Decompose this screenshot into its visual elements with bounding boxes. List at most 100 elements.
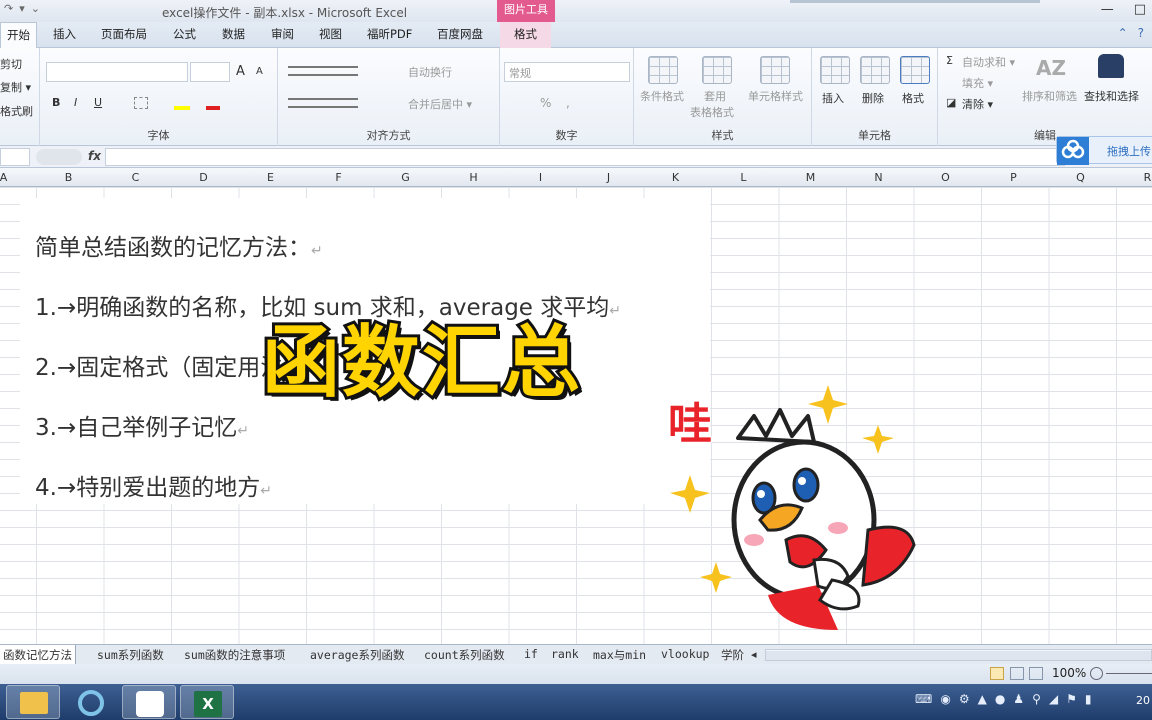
qq-icon[interactable]: ♟ bbox=[1013, 692, 1024, 706]
percent-button[interactable]: % bbox=[540, 96, 551, 110]
column-header[interactable]: G bbox=[372, 171, 439, 184]
expand-tray-icon[interactable]: ▲ bbox=[978, 692, 987, 706]
tab-view[interactable]: 视图 bbox=[319, 26, 342, 42]
binoculars-icon[interactable] bbox=[1098, 54, 1124, 78]
autosum-button[interactable]: 自动求和 ▾ bbox=[962, 54, 1015, 70]
sheet-tab-count-series[interactable]: count系列函数 bbox=[424, 647, 505, 663]
insert-cells-icon[interactable] bbox=[820, 56, 850, 84]
tab-foxit-pdf[interactable]: 福昕PDF bbox=[367, 26, 412, 42]
taskbar-file-explorer[interactable] bbox=[6, 685, 60, 719]
format-painter-button[interactable]: 格式刷 bbox=[0, 103, 33, 119]
sheet-tab-memory-methods[interactable]: 函数记忆方法 bbox=[0, 645, 76, 664]
tab-home[interactable]: 开始 bbox=[0, 22, 37, 49]
taskbar-excel[interactable]: X bbox=[180, 685, 234, 719]
settings-tray-icon[interactable]: ⚙ bbox=[959, 692, 970, 706]
insert-function-icon[interactable]: fx bbox=[88, 149, 101, 163]
sheet-tab-rank[interactable]: rank bbox=[551, 647, 579, 661]
column-header[interactable]: Q bbox=[1047, 171, 1114, 184]
column-header[interactable]: A bbox=[0, 171, 37, 184]
formula-cancel-enter[interactable] bbox=[36, 149, 82, 165]
tab-format[interactable]: 格式 bbox=[500, 22, 551, 48]
font-size-select[interactable] bbox=[190, 62, 230, 82]
scrollbar-thumb[interactable] bbox=[766, 651, 1151, 660]
keyboard-icon[interactable]: ⌨ bbox=[915, 692, 932, 706]
name-box[interactable] bbox=[0, 148, 30, 166]
shrink-font-button[interactable]: A bbox=[256, 66, 263, 77]
sort-filter-icon[interactable]: AZ bbox=[1036, 56, 1066, 82]
wechat-icon[interactable]: ● bbox=[995, 692, 1005, 706]
column-header[interactable]: D bbox=[170, 171, 237, 184]
wrap-text-button[interactable]: 自动换行 bbox=[408, 64, 452, 80]
cell-style-icon[interactable] bbox=[760, 56, 790, 84]
baidu-upload-badge[interactable]: 拖拽上传 bbox=[1056, 136, 1152, 165]
taskbar-clock[interactable]: 20 bbox=[1136, 694, 1150, 707]
column-header[interactable]: J bbox=[575, 171, 642, 184]
clear-button[interactable]: 清除 ▾ bbox=[962, 96, 993, 112]
page-break-view-icon[interactable] bbox=[1029, 667, 1043, 680]
horizontal-scrollbar[interactable] bbox=[765, 649, 1152, 661]
column-header[interactable]: O bbox=[912, 171, 979, 184]
vertical-align-icons[interactable] bbox=[288, 66, 358, 76]
dropdown-icon[interactable]: ▾ bbox=[19, 2, 25, 15]
table-format-icon[interactable] bbox=[702, 56, 732, 84]
fill-color-icon[interactable] bbox=[174, 94, 190, 110]
page-layout-view-icon[interactable] bbox=[1010, 667, 1024, 680]
formula-input[interactable] bbox=[105, 148, 1065, 166]
maximize-button[interactable]: □ bbox=[1134, 2, 1146, 17]
horizontal-align-icons[interactable] bbox=[288, 98, 358, 108]
sheet-tab-average-series[interactable]: average系列函数 bbox=[310, 647, 404, 663]
bold-button[interactable]: B bbox=[52, 96, 60, 109]
copy-button[interactable]: 复制 ▾ bbox=[0, 79, 31, 95]
grow-font-button[interactable]: A bbox=[236, 64, 245, 79]
column-header[interactable]: M bbox=[777, 171, 844, 184]
column-header[interactable]: B bbox=[35, 171, 102, 184]
find-select-button[interactable]: 查找和选择 bbox=[1084, 88, 1139, 104]
font-color-icon[interactable] bbox=[206, 94, 220, 110]
conditional-format-button[interactable]: 条件格式 bbox=[640, 88, 684, 104]
column-header[interactable]: C bbox=[102, 171, 169, 184]
tab-baidu-netdisk[interactable]: 百度网盘 bbox=[437, 26, 483, 42]
table-format-line1[interactable]: 套用 bbox=[704, 88, 726, 104]
help-tray-icon[interactable]: ◉ bbox=[940, 692, 950, 706]
taskbar-baidu-netdisk[interactable] bbox=[122, 685, 176, 719]
column-header[interactable]: E bbox=[237, 171, 304, 184]
column-header[interactable]: F bbox=[305, 171, 372, 184]
font-name-select[interactable] bbox=[46, 62, 188, 82]
table-format-line2[interactable]: 表格格式 bbox=[690, 104, 734, 120]
zoom-out-icon[interactable] bbox=[1090, 667, 1103, 680]
tab-scroll-left-icon[interactable]: ◂ bbox=[751, 648, 757, 661]
tab-insert[interactable]: 插入 bbox=[53, 26, 76, 42]
redo-icon[interactable]: ↷ bbox=[4, 2, 13, 15]
column-header[interactable]: K bbox=[642, 171, 709, 184]
insert-cells-button[interactable]: 插入 bbox=[822, 90, 844, 106]
taskbar-app[interactable] bbox=[64, 685, 118, 719]
column-header[interactable]: I bbox=[507, 171, 574, 184]
delete-cells-icon[interactable] bbox=[860, 56, 890, 84]
fill-button[interactable]: 填充 ▾ bbox=[962, 75, 993, 91]
ribbon-collapse-icon[interactable]: ⌃ bbox=[1118, 26, 1128, 40]
column-header[interactable]: R bbox=[1114, 171, 1152, 184]
sheet-tab-sum-series[interactable]: sum系列函数 bbox=[97, 647, 164, 663]
sheet-tab-sum-notes[interactable]: sum函数的注意事项 bbox=[184, 647, 285, 663]
sort-filter-button[interactable]: 排序和筛选 bbox=[1022, 88, 1077, 104]
column-header[interactable]: H bbox=[440, 171, 507, 184]
tab-formulas[interactable]: 公式 bbox=[173, 26, 196, 42]
sheet-tab-vlookup[interactable]: vlookup bbox=[661, 647, 709, 661]
italic-button[interactable]: I bbox=[74, 96, 77, 109]
comma-button[interactable]: , bbox=[566, 96, 570, 110]
sheet-tab-xuejie[interactable]: 学阶 bbox=[721, 647, 744, 663]
sheet-tab-max-min[interactable]: max与min bbox=[593, 647, 646, 663]
underline-button[interactable]: U bbox=[94, 96, 102, 109]
tab-data[interactable]: 数据 bbox=[222, 26, 245, 42]
cut-button[interactable]: 剪切 bbox=[0, 56, 22, 72]
format-cells-button[interactable]: 格式 bbox=[902, 90, 924, 106]
flag-icon[interactable]: ⚑ bbox=[1066, 692, 1077, 706]
volume-icon[interactable]: ◢ bbox=[1049, 692, 1058, 706]
tab-review[interactable]: 审阅 bbox=[271, 26, 294, 42]
zoom-slider[interactable] bbox=[1106, 673, 1152, 674]
cell-style-button[interactable]: 单元格样式 bbox=[748, 88, 803, 104]
sheet-tab-if[interactable]: if bbox=[524, 647, 538, 661]
conditional-format-icon[interactable] bbox=[648, 56, 678, 84]
zoom-level[interactable]: 100% bbox=[1052, 666, 1086, 680]
customize-icon[interactable]: ⌄ bbox=[31, 2, 40, 15]
